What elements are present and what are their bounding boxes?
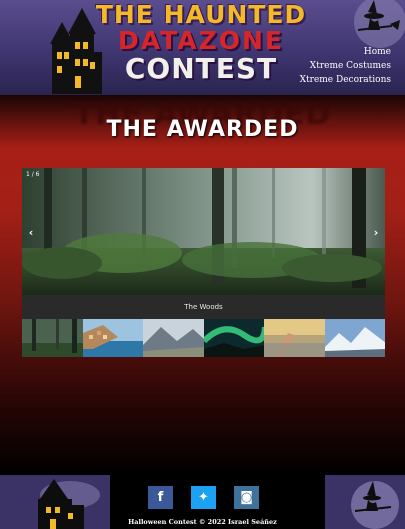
logo-line3: CONTEST <box>124 52 278 85</box>
facebook-glyph: f <box>157 490 164 505</box>
site-footer: f ✦ ◙ Halloween Contest © 2022 Israel Se… <box>0 475 405 529</box>
twitter-glyph: ✦ <box>198 490 209 505</box>
chevron-right-icon[interactable]: › <box>370 226 382 239</box>
main-content: THE AWARDED THE AWARDED 1 / 6 ‹ › The Wo… <box>0 95 405 475</box>
twitter-icon[interactable]: ✦ <box>191 486 216 509</box>
gallery-main-slide[interactable]: 1 / 6 ‹ › <box>22 168 385 295</box>
image-gallery: 1 / 6 ‹ › The Woods <box>22 168 385 357</box>
social-links: f ✦ ◙ <box>148 486 259 509</box>
slide-caption: The Woods <box>22 295 385 319</box>
nav-decorations-link[interactable]: Xtreme Decorations <box>300 73 391 87</box>
copyright-text: Halloween Contest © 2022 Israel Seáñez <box>128 518 277 526</box>
site-logo[interactable]: THE HAUNTED DATAZONE CONTEST <box>86 0 316 92</box>
logo-line1: THE HAUNTED <box>95 0 307 29</box>
main-nav: Home Xtreme Costumes Xtreme Decorations <box>300 45 391 87</box>
thumbnail-snowy-mountains[interactable] <box>324 319 385 357</box>
facebook-icon[interactable]: f <box>148 486 173 509</box>
chevron-left-icon[interactable]: ‹ <box>25 226 37 239</box>
thumbnail-strip <box>22 319 385 357</box>
forest-image <box>22 168 385 295</box>
site-header: THE HAUNTED DATAZONE CONTEST Home Xtreme… <box>0 0 405 95</box>
thumbnail-mountain-valley[interactable] <box>143 319 204 357</box>
page-title: THE AWARDED <box>106 117 299 142</box>
thumbnail-aurora[interactable] <box>203 319 264 357</box>
slide-counter: 1 / 6 <box>26 171 40 178</box>
logo-line2: DATAZONE <box>118 26 284 55</box>
instagram-glyph: ◙ <box>240 490 253 505</box>
thumbnail-coastal-village[interactable] <box>82 319 143 357</box>
nav-home-link[interactable]: Home <box>300 45 391 59</box>
instagram-icon[interactable]: ◙ <box>234 486 259 509</box>
thumbnail-forest[interactable] <box>22 319 83 357</box>
thumbnail-hand-sunset[interactable] <box>264 319 325 357</box>
nav-costumes-link[interactable]: Xtreme Costumes <box>300 59 391 73</box>
